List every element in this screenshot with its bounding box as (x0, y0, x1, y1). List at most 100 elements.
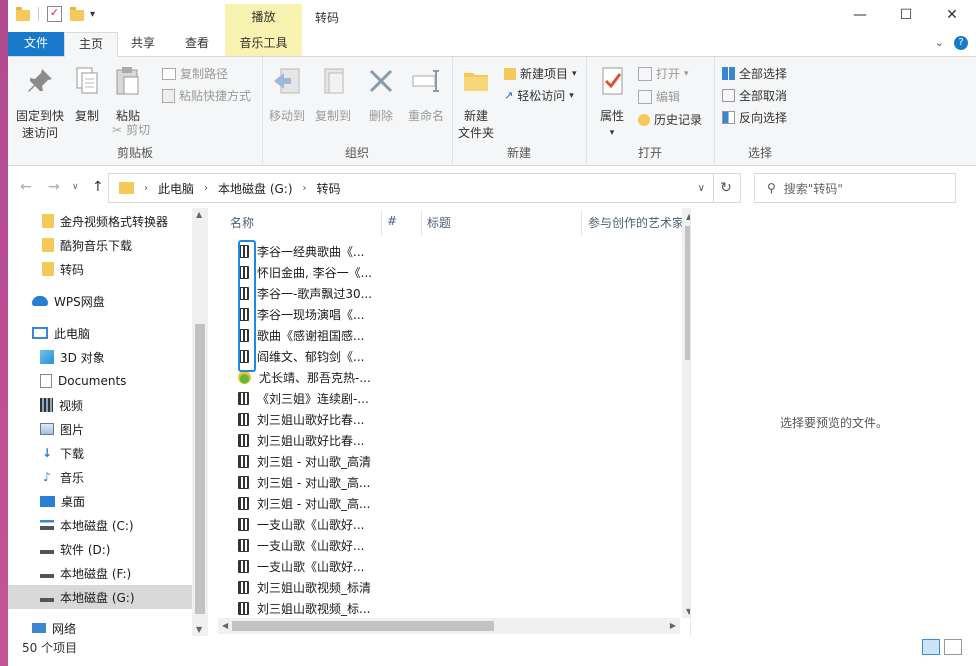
breadcrumb-separator-icon[interactable]: › (144, 183, 148, 194)
column-name[interactable]: 名称 (230, 214, 254, 231)
nav-item-jinzhou[interactable]: 金舟视频格式转换器 (8, 210, 192, 232)
nav-item-transcode[interactable]: 转码 (8, 258, 192, 280)
file-row[interactable]: 李谷一-歌声飘过30... (238, 283, 678, 304)
file-row[interactable]: 刘三姐 - 对山歌_高... (238, 472, 678, 493)
pin-quick-access-button[interactable]: 固定到快 速访问 (12, 65, 68, 142)
nav-scrollbar[interactable]: ▲ ▼ (192, 208, 208, 636)
help-icon[interactable]: ? (954, 36, 968, 50)
refresh-button[interactable]: ↻ (712, 173, 741, 203)
breadcrumb-separator-icon[interactable]: › (303, 183, 307, 194)
nav-item-3d-objects[interactable]: 3D 对象 (8, 346, 192, 368)
breadcrumb-drive-g[interactable]: 本地磁盘 (G:) (218, 180, 293, 197)
file-row[interactable]: 刘三姐 - 对山歌_高清 (238, 451, 678, 472)
copy-path-button[interactable]: 复制路径 (162, 65, 228, 82)
address-bar[interactable]: › 此电脑 › 本地磁盘 (G:) › 转码 ∨ (108, 173, 714, 203)
column-title[interactable]: 标题 (427, 214, 451, 231)
file-row[interactable]: 刘三姐山歌视频_标... (238, 598, 678, 619)
file-row[interactable]: 尤长靖、那吾克热-... (238, 367, 678, 388)
scroll-up-icon[interactable]: ▲ (196, 210, 202, 219)
paste-button[interactable]: 粘贴 (108, 65, 148, 125)
nav-item-documents[interactable]: Documents (8, 370, 192, 392)
back-arrow-icon[interactable]: ← (20, 179, 32, 195)
file-row[interactable]: 刘三姐 - 对山歌_高... (238, 493, 678, 514)
nav-item-downloads[interactable]: ↓ 下载 (8, 442, 192, 464)
properties-button[interactable]: 属性 ▾ (592, 65, 632, 142)
scroll-down-icon[interactable]: ▼ (196, 625, 202, 634)
column-number[interactable]: # (387, 214, 397, 228)
new-folder-qat-icon[interactable] (70, 6, 84, 21)
nav-item-wps-cloud[interactable]: WPS网盘 (8, 290, 192, 312)
nav-item-pictures[interactable]: 图片 (8, 418, 192, 440)
nav-item-videos[interactable]: 视频 (8, 394, 192, 416)
new-item-button[interactable]: 新建项目 ▾ (504, 65, 577, 82)
nav-item-drive-g[interactable]: 本地磁盘 (G:) (8, 585, 192, 609)
tab-home[interactable]: 主页 (64, 32, 118, 58)
invert-selection-button[interactable]: 反向选择 (722, 109, 787, 126)
rename-button[interactable]: 重命名 (404, 65, 448, 125)
file-row[interactable]: 一支山歌《山歌好... (238, 514, 678, 535)
details-view-button[interactable] (922, 639, 940, 655)
nav-item-drive-d[interactable]: 软件 (D:) (8, 538, 192, 560)
tab-view[interactable]: 查看 (172, 32, 222, 56)
cut-button[interactable]: ✂ 剪切 (112, 121, 150, 138)
maximize-button[interactable]: ☐ (883, 0, 929, 32)
nav-item-music[interactable]: ♪ 音乐 (8, 466, 192, 488)
copy-button[interactable]: 复制 (68, 65, 106, 125)
large-icons-view-button[interactable] (944, 639, 962, 655)
easy-access-button[interactable]: ↗ 轻松访问 ▾ (504, 87, 574, 104)
scroll-right-icon[interactable]: ▶ (670, 621, 676, 630)
delete-button[interactable]: 删除 (364, 65, 398, 125)
nav-item-this-pc[interactable]: 此电脑 (8, 322, 192, 344)
tab-file[interactable]: 文件 (8, 32, 64, 56)
history-button[interactable]: 历史记录 (638, 111, 702, 128)
tab-share[interactable]: 共享 (118, 32, 168, 56)
horizontal-scroll-thumb[interactable] (232, 621, 494, 631)
column-divider[interactable] (421, 210, 422, 236)
file-row[interactable]: 《刘三姐》连续剧-... (238, 388, 678, 409)
search-box[interactable]: ⚲ 搜索"转码" (754, 173, 956, 203)
paste-shortcut-button[interactable]: 粘贴快捷方式 (162, 87, 251, 104)
pin-label-2: 速访问 (21, 126, 58, 140)
scroll-left-icon[interactable]: ◀ (222, 621, 228, 630)
file-row[interactable]: 刘三姐山歌好比春... (238, 409, 678, 430)
close-button[interactable]: ✕ (929, 0, 975, 32)
forward-arrow-icon[interactable]: → (48, 179, 60, 195)
file-row[interactable]: 歌曲《感谢祖国感... (238, 325, 678, 346)
file-row[interactable]: 一支山歌《山歌好... (238, 535, 678, 556)
file-row[interactable]: 阎维文、郁钧剑《... (238, 346, 678, 367)
column-artists[interactable]: 参与创作的艺术家 (588, 214, 682, 231)
nav-item-desktop[interactable]: 桌面 (8, 490, 192, 512)
file-row[interactable]: 一支山歌《山歌好... (238, 556, 678, 577)
open-button[interactable]: 打开 ▾ (638, 65, 689, 82)
column-divider[interactable] (381, 210, 382, 236)
tab-music-tools[interactable]: 音乐工具 (225, 32, 302, 56)
qat-dropdown-icon[interactable]: ▾ (90, 9, 95, 20)
copy-to-button[interactable]: 复制到 (312, 65, 354, 125)
nav-item-kugou[interactable]: 酷狗音乐下载 (8, 234, 192, 256)
breadcrumb-separator-icon[interactable]: › (204, 183, 208, 194)
move-to-button[interactable]: 移动到 (266, 65, 308, 125)
breadcrumb-transcode[interactable]: 转码 (317, 180, 341, 197)
select-none-button[interactable]: 全部取消 (722, 87, 787, 104)
nav-scroll-thumb[interactable] (195, 324, 205, 614)
file-row[interactable]: 怀旧金曲, 李谷一《... (238, 262, 678, 283)
minimize-button[interactable]: — (837, 0, 883, 32)
up-arrow-icon[interactable]: ↑ (92, 179, 104, 195)
file-row[interactable]: 李谷一现场演唱《... (238, 304, 678, 325)
context-tab-play[interactable]: 播放 (225, 4, 302, 32)
new-folder-button[interactable]: 新建 文件夹 (454, 65, 498, 142)
breadcrumb-this-pc[interactable]: 此电脑 (158, 180, 194, 197)
nav-item-drive-f[interactable]: 本地磁盘 (F:) (8, 562, 192, 584)
file-row[interactable]: 李谷一经典歌曲《... (238, 241, 678, 262)
recent-dropdown-icon[interactable]: ∨ (72, 182, 79, 192)
properties-check-icon[interactable]: ✓ (47, 6, 62, 22)
column-divider[interactable] (581, 210, 582, 236)
file-row[interactable]: 刘三姐山歌视频_标清 (238, 577, 678, 598)
horizontal-scrollbar[interactable]: ◀ ▶ (218, 618, 680, 634)
ribbon-expand-icon[interactable]: ⌄ (935, 36, 944, 50)
select-all-button[interactable]: 全部选择 (722, 65, 787, 82)
address-dropdown-icon[interactable]: ∨ (698, 183, 705, 194)
file-row[interactable]: 刘三姐山歌好比春... (238, 430, 678, 451)
nav-item-drive-c[interactable]: 本地磁盘 (C:) (8, 514, 192, 536)
edit-button[interactable]: 编辑 (638, 88, 680, 105)
